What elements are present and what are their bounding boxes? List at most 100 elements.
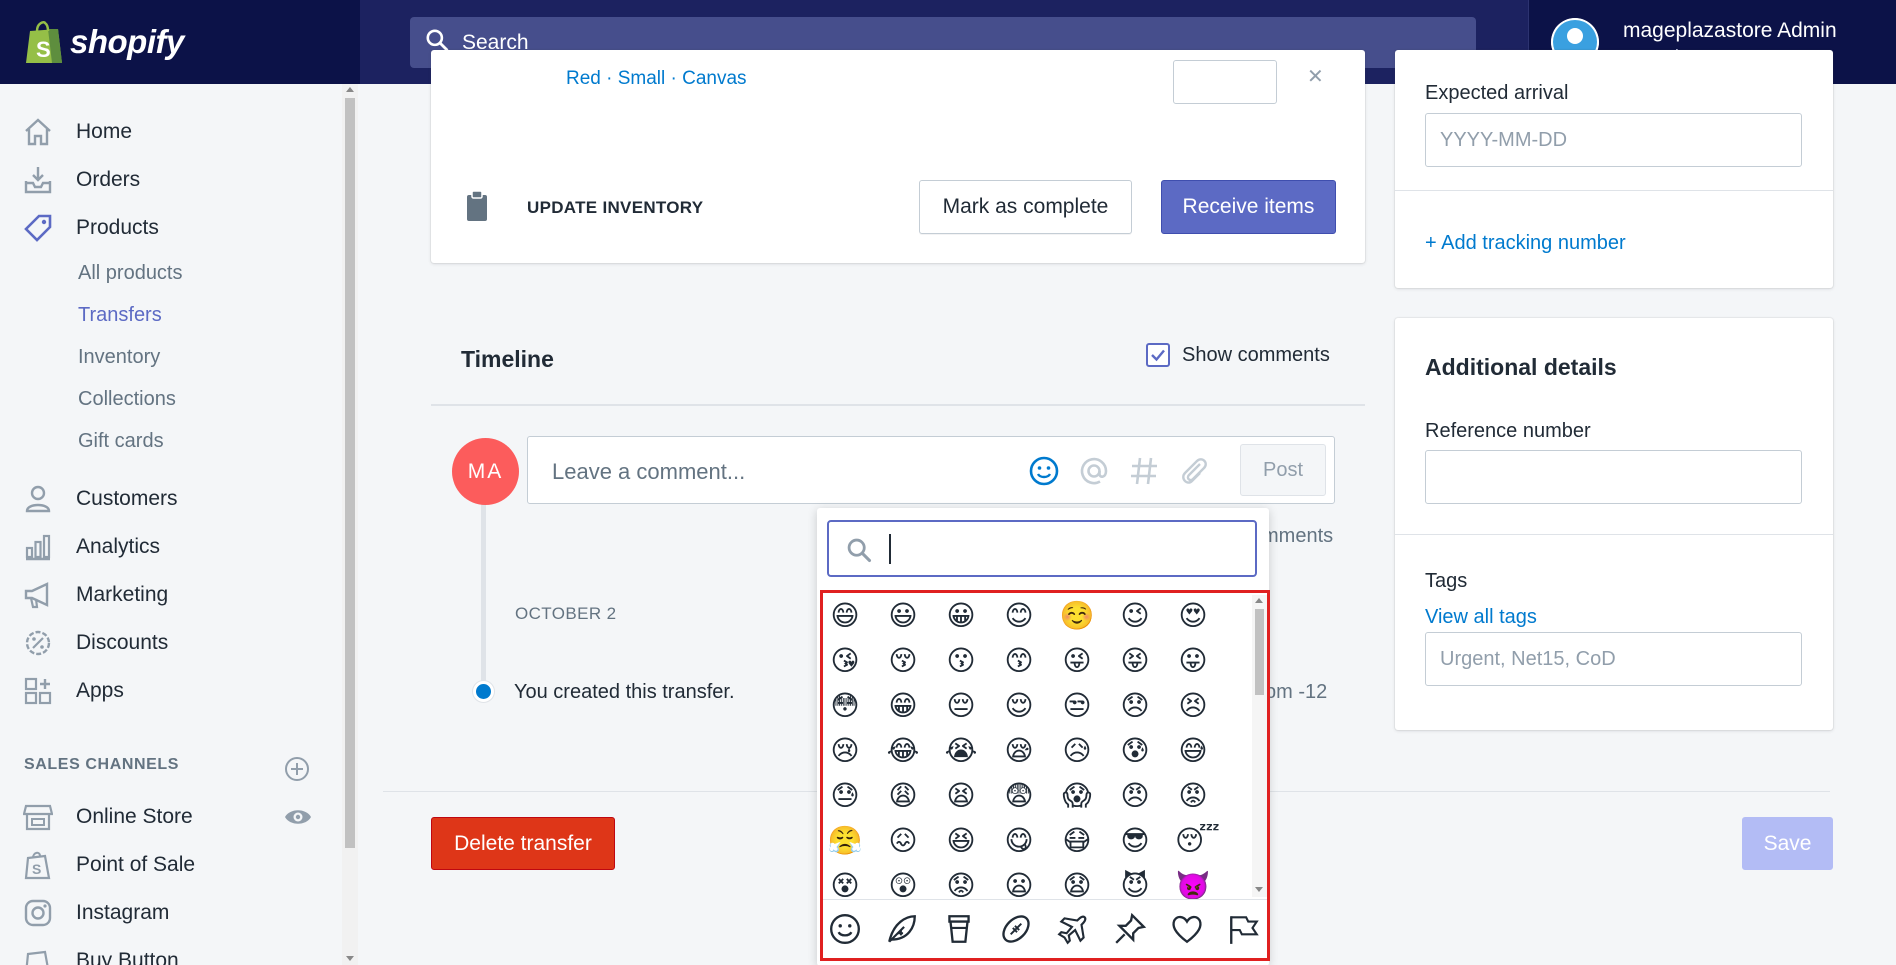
- delete-transfer-button[interactable]: Delete transfer: [431, 817, 615, 870]
- shopify-logo[interactable]: S shopify: [0, 0, 360, 84]
- sidebar-scrollbar-thumb[interactable]: [345, 98, 355, 848]
- sidebar-scrollbar[interactable]: [342, 84, 358, 965]
- emoji-option[interactable]: 😚: [885, 643, 921, 679]
- emoji-option[interactable]: 😳: [827, 688, 863, 724]
- emoji-scroll-down-icon[interactable]: [1255, 887, 1263, 892]
- sidebar-item-point-of-sale[interactable]: S Point of Sale: [0, 843, 340, 887]
- emoji-smiley-icon[interactable]: [1028, 455, 1060, 492]
- sidebar-subitem-collections[interactable]: Collections: [78, 388, 176, 411]
- emoji-scrollbar-thumb[interactable]: [1255, 609, 1264, 695]
- mention-at-icon[interactable]: [1078, 455, 1110, 492]
- emoji-option[interactable]: ☺️: [1059, 598, 1095, 634]
- football-icon[interactable]: [999, 912, 1033, 951]
- remove-x-icon[interactable]: ✕: [1307, 64, 1324, 89]
- emoji-option[interactable]: 😴: [1175, 823, 1220, 859]
- emoji-option[interactable]: 😈: [1117, 868, 1153, 899]
- emoji-option[interactable]: 😁: [885, 688, 921, 724]
- sidebar-subitem-gift-cards[interactable]: Gift cards: [78, 430, 164, 453]
- emoji-option[interactable]: 👿: [1175, 868, 1211, 899]
- hashtag-icon[interactable]: [1128, 455, 1160, 492]
- emoji-option[interactable]: 😧: [1059, 868, 1095, 899]
- emoji-option[interactable]: 😟: [943, 868, 979, 899]
- emoji-option[interactable]: 😰: [1117, 733, 1153, 769]
- comment-input[interactable]: Leave a comment...: [552, 459, 745, 485]
- sidebar-subitem-transfers[interactable]: Transfers: [78, 304, 162, 327]
- emoji-option[interactable]: 😆: [943, 823, 979, 859]
- sidebar-item-products[interactable]: Products: [0, 206, 340, 250]
- post-comment-button[interactable]: Post: [1240, 444, 1326, 496]
- sidebar-item-customers[interactable]: Customers: [0, 477, 340, 521]
- emoji-option[interactable]: 😣: [1175, 688, 1211, 724]
- emoji-option[interactable]: 😡: [1175, 778, 1211, 814]
- emoji-option[interactable]: 😩: [885, 778, 921, 814]
- emoji-option[interactable]: 😍: [1175, 598, 1211, 634]
- show-comments-checkbox[interactable]: [1146, 343, 1170, 367]
- emoji-option[interactable]: 😜: [1059, 643, 1095, 679]
- sidebar-subitem-all-products[interactable]: All products: [78, 262, 183, 285]
- mark-as-complete-button[interactable]: Mark as complete: [919, 180, 1132, 234]
- smiley-icon[interactable]: [828, 912, 862, 951]
- airplane-icon[interactable]: [1056, 912, 1090, 951]
- emoji-option[interactable]: 😨: [1001, 778, 1037, 814]
- eye-icon[interactable]: [284, 806, 312, 833]
- leaf-icon[interactable]: [885, 912, 919, 951]
- sidebar-item-marketing[interactable]: Marketing: [0, 573, 340, 617]
- emoji-option[interactable]: 😄: [827, 598, 863, 634]
- receive-items-button[interactable]: Receive items: [1161, 180, 1336, 234]
- emoji-option[interactable]: 😭: [943, 733, 979, 769]
- attachment-paperclip-icon[interactable]: [1178, 455, 1210, 492]
- emoji-option[interactable]: 😙: [1001, 643, 1037, 679]
- emoji-option[interactable]: 😃: [885, 598, 921, 634]
- emoji-option[interactable]: 😓: [827, 778, 863, 814]
- scroll-down-arrow-icon[interactable]: [346, 956, 354, 961]
- emoji-option[interactable]: 😪: [1001, 733, 1037, 769]
- sidebar-subitem-inventory[interactable]: Inventory: [78, 346, 160, 369]
- emoji-option[interactable]: 😒: [1059, 688, 1095, 724]
- add-tracking-number-link[interactable]: + Add tracking number: [1425, 232, 1626, 255]
- pin-icon[interactable]: [1113, 912, 1147, 951]
- comment-box[interactable]: Leave a comment... Post: [527, 436, 1335, 504]
- tags-input[interactable]: Urgent, Net15, CoD: [1425, 632, 1802, 686]
- emoji-option[interactable]: 😔: [943, 688, 979, 724]
- emoji-option[interactable]: 😊: [1001, 598, 1037, 634]
- sidebar-item-analytics[interactable]: Analytics: [0, 525, 340, 569]
- coffee-icon[interactable]: [942, 912, 976, 951]
- scroll-up-arrow-icon[interactable]: [346, 87, 354, 92]
- emoji-option[interactable]: 😀: [943, 598, 979, 634]
- emoji-option[interactable]: 😞: [1117, 688, 1153, 724]
- emoji-option[interactable]: 😤: [827, 823, 863, 859]
- emoji-option[interactable]: 😢: [827, 733, 863, 769]
- save-button[interactable]: Save: [1742, 817, 1833, 870]
- emoji-search-input[interactable]: [827, 520, 1257, 577]
- emoji-option[interactable]: 😅: [1175, 733, 1211, 769]
- emoji-option[interactable]: 😗: [943, 643, 979, 679]
- emoji-option[interactable]: 😎: [1117, 823, 1153, 859]
- emoji-option[interactable]: 😫: [943, 778, 979, 814]
- reference-number-input[interactable]: [1425, 450, 1802, 504]
- emoji-option[interactable]: 😵: [827, 868, 863, 899]
- expected-arrival-input[interactable]: YYYY-MM-DD: [1425, 113, 1802, 167]
- view-all-tags-link[interactable]: View all tags: [1425, 606, 1537, 629]
- emoji-option[interactable]: 😷: [1059, 823, 1095, 859]
- emoji-option[interactable]: 😦: [1001, 868, 1037, 899]
- sidebar-item-orders[interactable]: Orders: [0, 158, 340, 202]
- sidebar-item-buy-button[interactable]: Buy Button: [0, 939, 340, 965]
- emoji-option[interactable]: 😠: [1117, 778, 1153, 814]
- emoji-option[interactable]: 😉: [1117, 598, 1153, 634]
- sidebar-item-home[interactable]: Home: [0, 110, 340, 154]
- emoji-option[interactable]: 😋: [1001, 823, 1037, 859]
- emoji-option[interactable]: 😛: [1175, 643, 1211, 679]
- emoji-option[interactable]: 😲: [885, 868, 921, 899]
- emoji-scroll-up-icon[interactable]: [1255, 598, 1263, 603]
- emoji-option[interactable]: 😱: [1059, 778, 1095, 814]
- emoji-option[interactable]: 😖: [885, 823, 921, 859]
- emoji-option[interactable]: 😝: [1117, 643, 1153, 679]
- sidebar-item-apps[interactable]: Apps: [0, 669, 340, 713]
- add-channel-icon[interactable]: [284, 756, 310, 787]
- emoji-scrollbar[interactable]: [1252, 595, 1267, 897]
- heart-icon[interactable]: [1170, 912, 1204, 951]
- flag-icon[interactable]: [1227, 912, 1261, 951]
- quantity-input[interactable]: [1173, 60, 1277, 104]
- emoji-option[interactable]: 😌: [1001, 688, 1037, 724]
- sidebar-item-discounts[interactable]: Discounts: [0, 621, 340, 665]
